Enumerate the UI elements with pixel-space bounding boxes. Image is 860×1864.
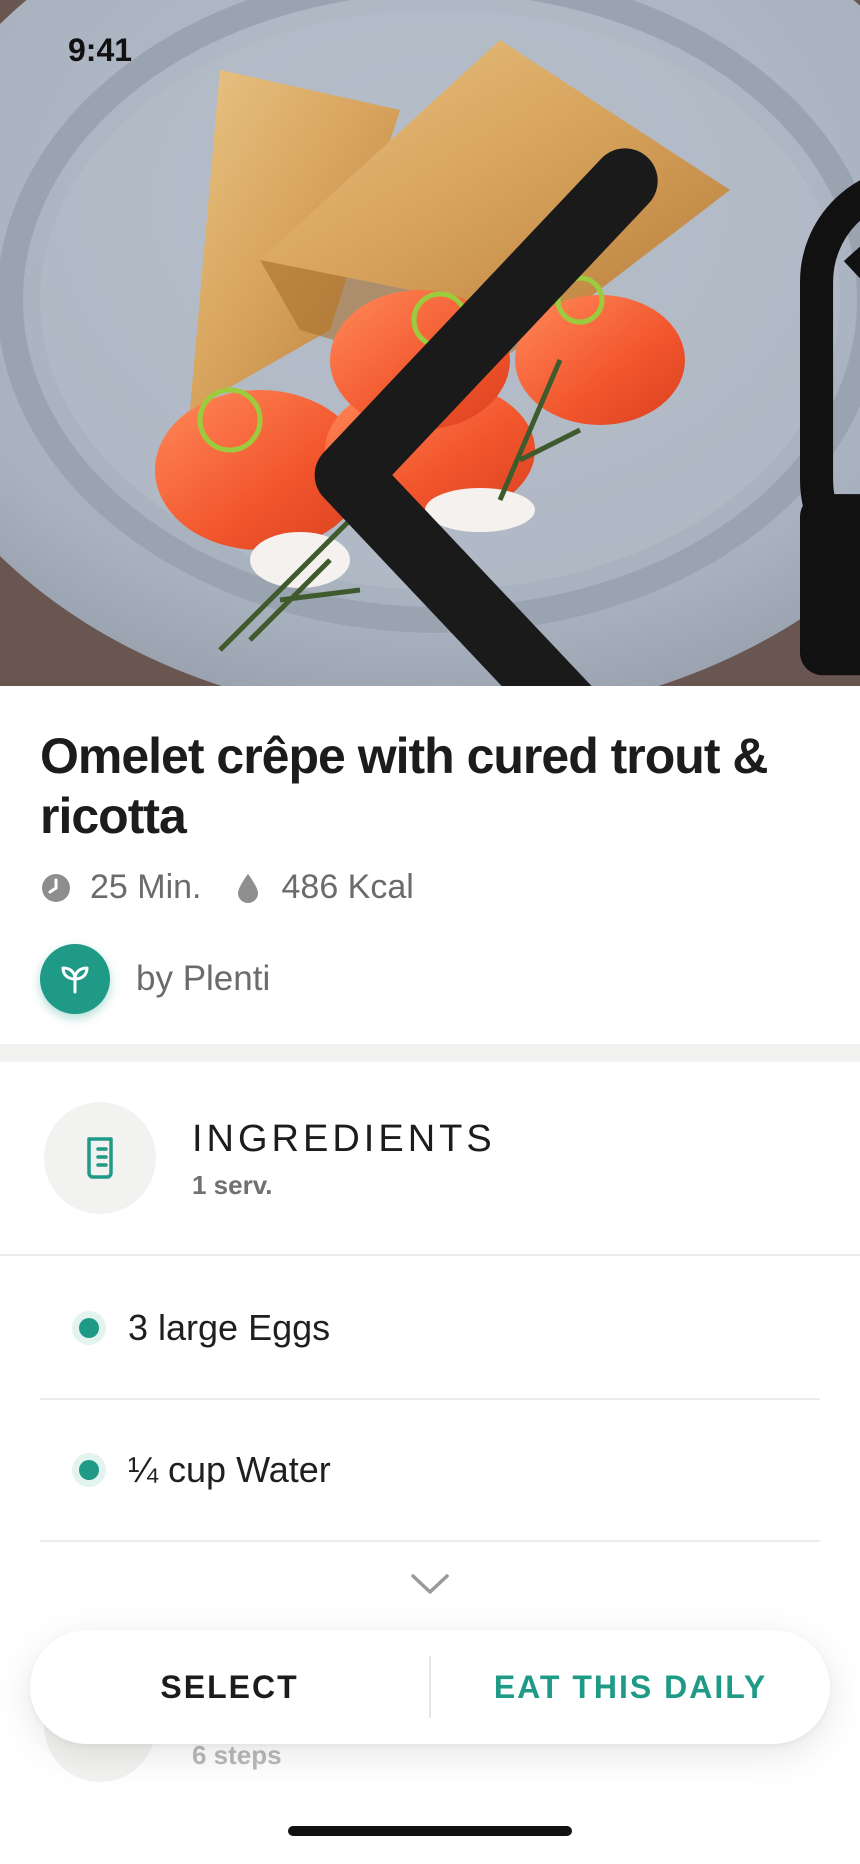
list-item[interactable]: 3 large Eggs	[40, 1258, 820, 1400]
ingredient-text: ¼ cup Water	[128, 1449, 331, 1490]
home-indicator[interactable]	[288, 1826, 572, 1836]
list-item[interactable]: ¼ cup Water	[40, 1400, 820, 1542]
chevron-down-icon[interactable]	[408, 1570, 452, 1598]
recipe-title: Omelet crêpe with cured trout & ricotta	[40, 728, 768, 844]
ingredients-title: INGREDIENTS	[192, 1118, 496, 1160]
bullet-icon	[72, 1311, 106, 1345]
ingredients-icon-circle	[44, 1102, 156, 1214]
author-avatar	[40, 944, 110, 1014]
clock-icon	[40, 872, 72, 904]
author-row[interactable]: by Plenti	[40, 944, 270, 1014]
steps-count: 6 steps	[192, 1740, 282, 1770]
status-bar: 9:41	[0, 0, 860, 676]
ingredients-header: INGREDIENTS 1 serv.	[0, 1062, 860, 1256]
author-name: by Plenti	[136, 959, 271, 998]
select-button[interactable]: SELECT	[30, 1630, 429, 1744]
measuring-cup-icon	[87, 1137, 113, 1179]
sprout-icon	[61, 966, 89, 994]
bullet-icon	[72, 1453, 106, 1487]
ingredients-list: 3 large Eggs ¼ cup Water	[40, 1258, 820, 1542]
action-bar: SELECT EAT THIS DAILY	[30, 1630, 830, 1744]
chevron-left-icon	[314, 148, 658, 686]
drop-icon	[232, 872, 264, 904]
recipe-calories: 486 Kcal	[281, 868, 414, 906]
ingredients-servings: 1 serv.	[192, 1170, 273, 1200]
section-divider	[0, 1044, 860, 1062]
recipe-hero-image: 9:41	[0, 0, 860, 686]
status-time: 9:41	[68, 32, 133, 68]
ingredient-text: 3 large Eggs	[128, 1307, 331, 1348]
back-button[interactable]	[48, 132, 658, 686]
recipe-time: 25 Min.	[90, 868, 202, 906]
recipe-meta: 25 Min. 486 Kcal	[40, 868, 414, 907]
eat-this-daily-button[interactable]: EAT THIS DAILY	[431, 1630, 830, 1744]
